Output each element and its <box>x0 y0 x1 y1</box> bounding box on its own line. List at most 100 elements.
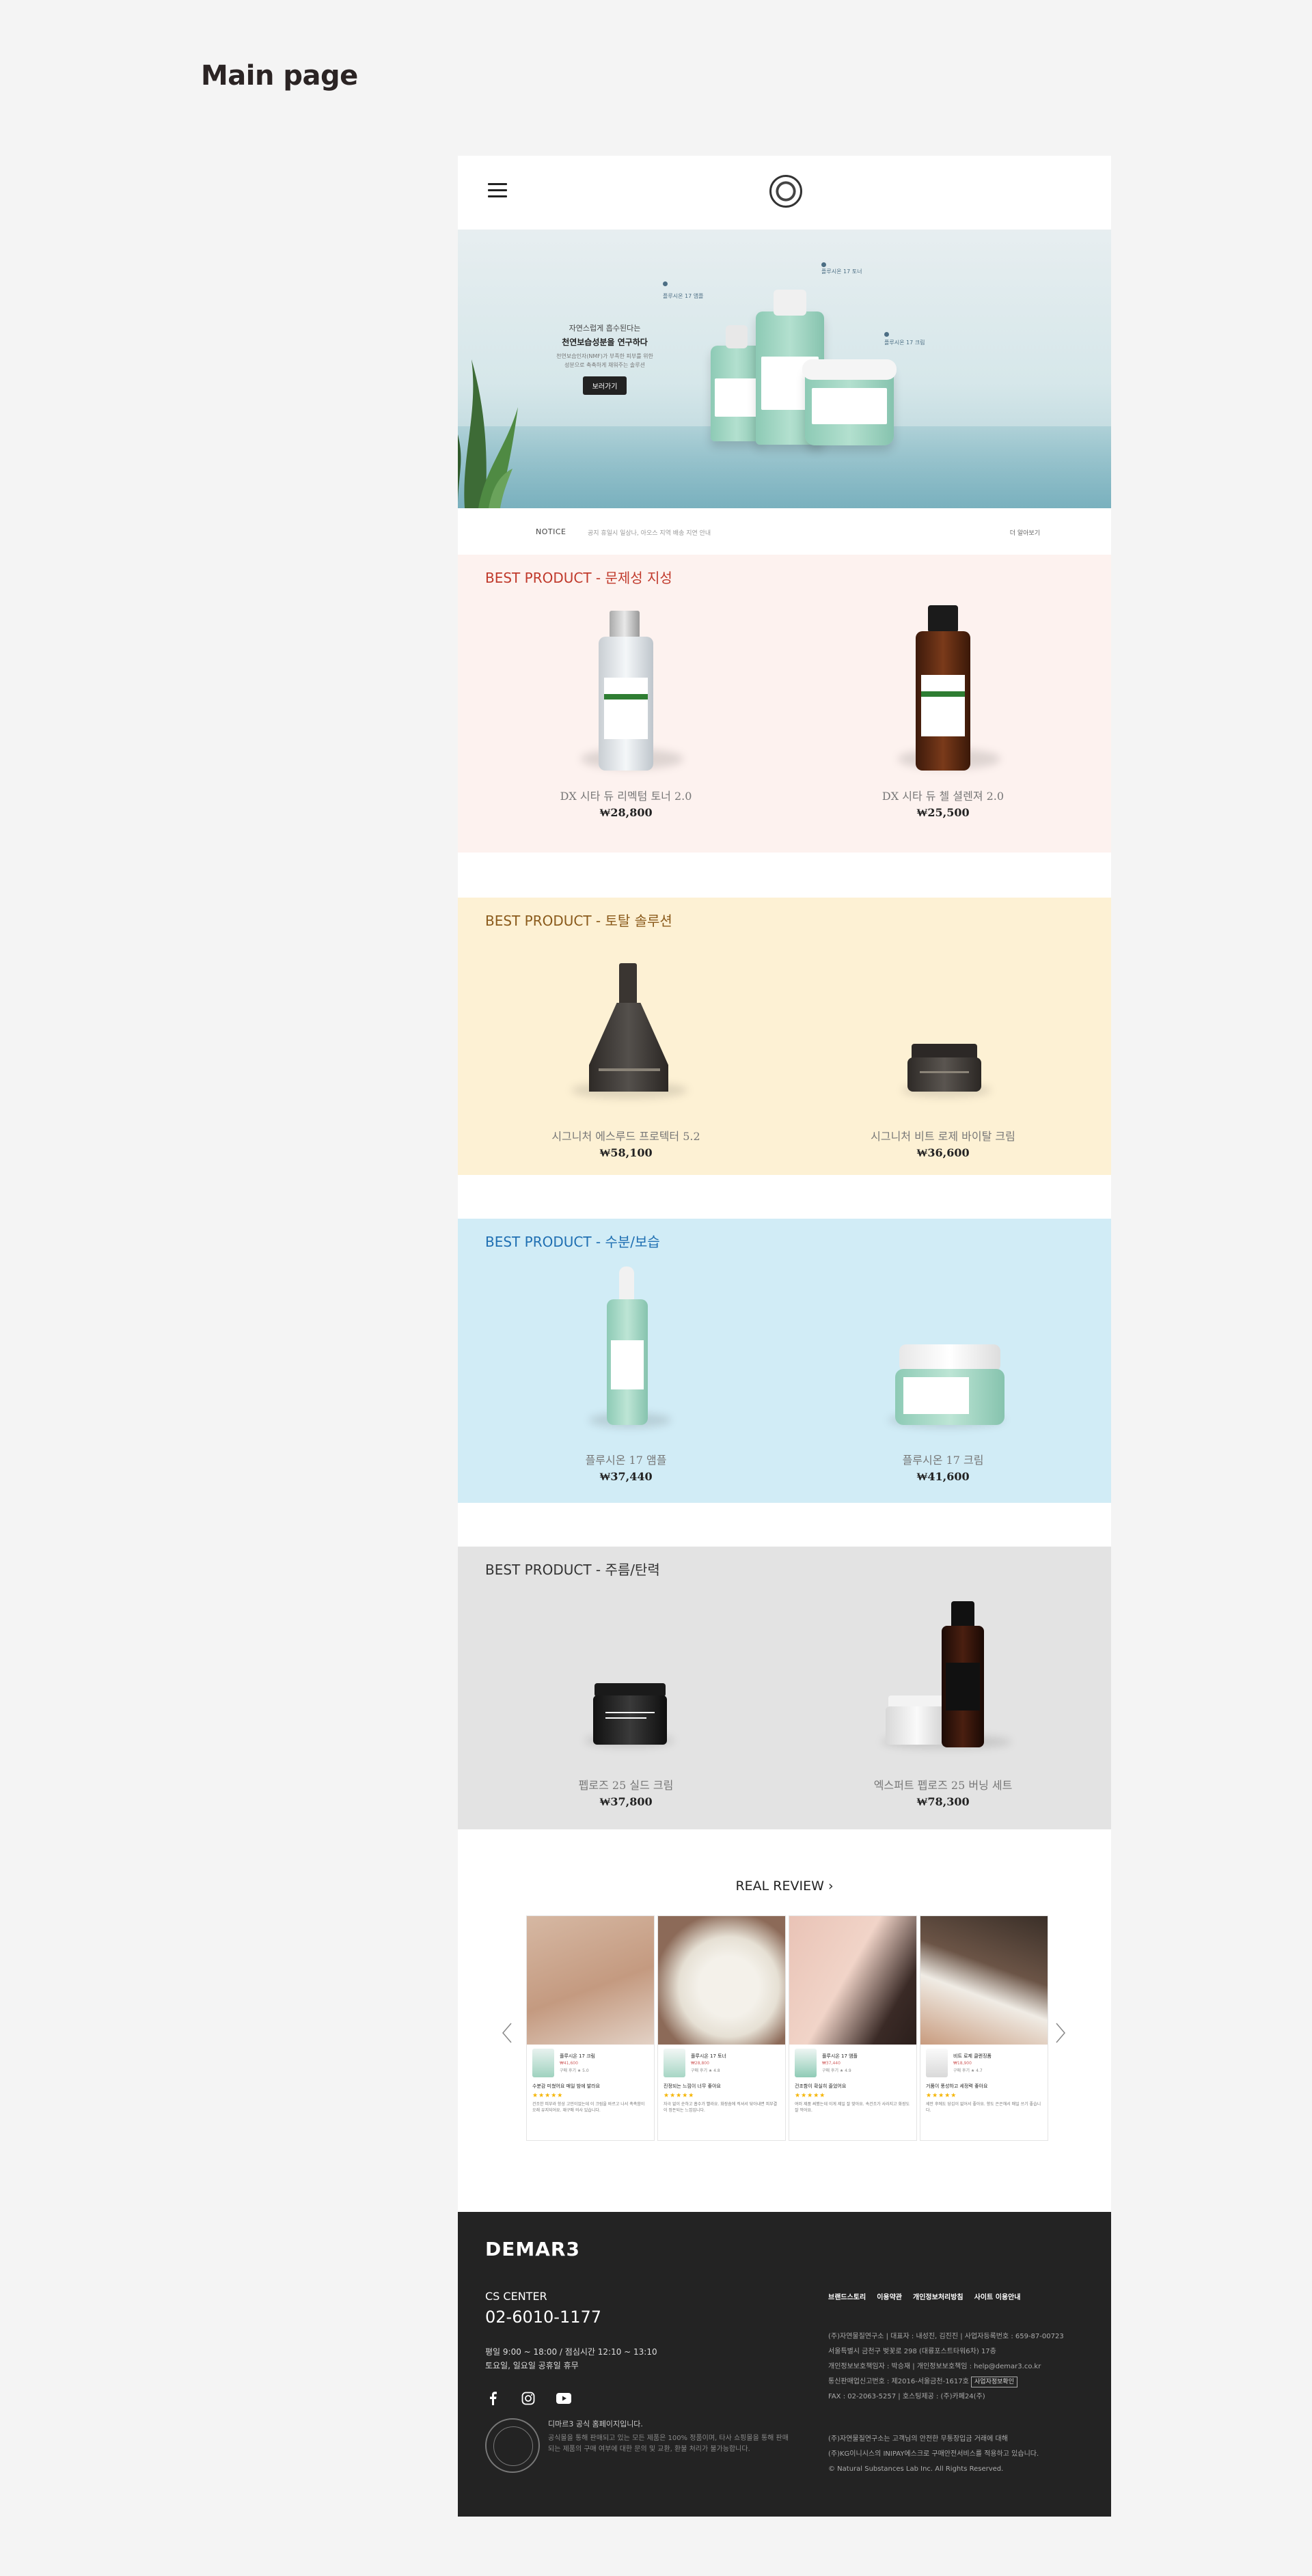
brand-emblem-logo[interactable] <box>769 175 802 208</box>
business-info-button[interactable]: 사업자정보확인 <box>971 2377 1017 2387</box>
review-photo <box>920 1916 1048 2045</box>
notice-text[interactable]: 공지 휴일시 일상나, 아오스 지역 배송 지연 안내 <box>588 528 711 537</box>
company-info-text: 통신판매업신고번호 : 제2016-서울금천-1617호 <box>828 2378 969 2385</box>
menu-icon[interactable] <box>488 183 507 199</box>
carousel-next-arrow[interactable] <box>1054 2022 1067 2044</box>
review-body: 자극 없이 순하고 흡수가 빨라요. 화장솜에 적셔서 닦아내면 피부결이 정돈… <box>664 2102 778 2113</box>
review-stars: ★★★★★ <box>795 2092 826 2099</box>
review-body: 세안 후에도 당김이 없어서 좋아요. 향도 은은해서 매일 쓰기 좋습니다. <box>926 2102 1041 2113</box>
review-product-thumb <box>664 2049 685 2077</box>
review-stars: ★★★★★ <box>532 2092 564 2099</box>
review-title-text: REAL REVIEW <box>735 1879 824 1894</box>
product-card[interactable]: 펩로즈 25 실드 크림 ₩37,800 <box>523 1581 728 1809</box>
hero-line3: 천연보습인자(NMF)가 부족한 피부를 위한 <box>556 353 653 359</box>
hero-view-button[interactable]: 보러가기 <box>582 376 627 395</box>
product-name: DX 시타 듀 첼 셜렌져 2.0 <box>882 790 1004 803</box>
company-info-line: 서울특별시 금천구 벚꽃로 298 (대륭포스트타워6차) 17층 <box>828 2348 996 2355</box>
hero-banner[interactable]: 자연스럽게 흡수된다는 천연보습성분을 연구하다 천연보습인자(NMF)가 부족… <box>458 230 1111 508</box>
product-image <box>523 592 728 783</box>
hero-line2: 천연보습성분을 연구하다 <box>562 337 648 347</box>
hero-cream-lid <box>802 359 897 380</box>
escrow-line: (주)자연물질연구소는 고객님의 안전한 무통장입금 거래에 대해 <box>828 2435 1008 2443</box>
product-price: ₩37,440 <box>599 1470 653 1483</box>
product-card[interactable]: 엑스퍼트 펩로즈 25 버닝 세트 ₩78,300 <box>840 1581 1046 1809</box>
review-product-price: ₩28,800 <box>691 2061 709 2066</box>
product-card[interactable]: 플루시온 17 크림 ₩41,600 <box>840 1256 1046 1484</box>
review-card[interactable]: 플루시온 17 토너 ₩28,800 구매 후기 ★ 4.8 진정되는 느낌이 … <box>657 1915 786 2141</box>
notice-label: NOTICE <box>536 527 566 536</box>
review-card[interactable]: 비트 로제 클렌징폼 ₩18,900 구매 후기 ★ 4.7 거품이 풍성하고 … <box>920 1915 1048 2141</box>
review-product-meta: 구매 후기 ★ 4.8 <box>691 2068 720 2073</box>
review-photo <box>658 1916 785 2045</box>
footer-logo[interactable]: DEMAR3 <box>485 2238 580 2260</box>
mobile-frame: 자연스럽게 흡수된다는 천연보습성분을 연구하다 천연보습인자(NMF)가 부족… <box>458 156 1111 2517</box>
company-info: (주)자연물질연구소 | 대표자 : 내성진, 김진진 | 사업자등록번호 : … <box>828 2329 1088 2405</box>
instagram-icon[interactable] <box>521 2391 536 2406</box>
review-product-name: 비트 로제 클렌징폼 <box>953 2053 992 2059</box>
carousel-prev-arrow[interactable] <box>500 2022 514 2044</box>
product-price: ₩36,600 <box>916 1146 970 1159</box>
hero-ampoule-dropper <box>726 325 748 348</box>
product-card[interactable]: DX 시타 듀 첼 셜렌져 2.0 ₩25,500 <box>840 592 1046 820</box>
product-name: DX 시타 듀 리멕텀 토너 2.0 <box>560 790 692 803</box>
review-product-thumb <box>795 2049 817 2077</box>
review-product-price: ₩37,440 <box>822 2061 840 2066</box>
plant-illustration <box>458 359 518 508</box>
youtube-icon[interactable] <box>556 2391 571 2406</box>
review-card[interactable]: 플루시온 17 크림 ₩41,600 구매 후기 ★ 5.0 수분감 미쳤어요 … <box>526 1915 655 2141</box>
review-product-price: ₩41,600 <box>560 2061 578 2066</box>
hero-callout-toner: 플루시온 17 토너 <box>821 268 862 275</box>
product-image <box>523 1256 728 1447</box>
product-image <box>523 932 728 1123</box>
hero-callout-cream: 플루시온 17 크림 <box>884 340 925 346</box>
footer-link-site-guide[interactable]: 사이트 이용안내 <box>974 2291 1021 2301</box>
best-section-total: BEST PRODUCT - 토탈 솔루션 시그니처 에스루드 프로텍터 5.2… <box>458 898 1111 1175</box>
hero-ampoule-bottle <box>711 346 763 441</box>
escrow-info: (주)자연물질연구소는 고객님의 안전한 무통장입금 거래에 대해 (주)KG이… <box>828 2432 1088 2477</box>
product-price: ₩41,600 <box>916 1470 970 1483</box>
review-stars: ★★★★★ <box>664 2092 695 2099</box>
review-card[interactable]: 플루시온 17 앰플 ₩37,440 구매 후기 ★ 4.9 건조함이 확실히 … <box>789 1915 917 2141</box>
footer-link-brand-story[interactable]: 브랜드스토리 <box>828 2291 866 2301</box>
product-name: 플루시온 17 앰플 <box>585 1454 667 1467</box>
footer-link-privacy[interactable]: 개인정보처리방침 <box>913 2291 964 2301</box>
review-product-meta: 구매 후기 ★ 4.7 <box>953 2068 983 2073</box>
hero-copy: 자연스럽게 흡수된다는 천연보습성분을 연구하다 천연보습인자(NMF)가 부족… <box>540 322 670 395</box>
official-site-title: 디마르3 공식 홈페이지입니다. <box>548 2420 643 2428</box>
review-product-meta: 구매 후기 ★ 4.9 <box>822 2068 851 2073</box>
cs-hours-weekday: 평일 9:00 ~ 18:00 / 점심시간 12:10 ~ 13:10 <box>485 2347 657 2357</box>
product-card[interactable]: DX 시타 듀 리멕텀 토너 2.0 ₩28,800 <box>523 592 728 820</box>
social-links <box>485 2391 571 2406</box>
hero-callout-dot <box>884 332 889 337</box>
hero-toner-cap <box>774 290 806 316</box>
hero-callout-dot <box>663 281 668 286</box>
official-seal <box>485 2418 540 2473</box>
review-title: 진정되는 느낌이 너무 좋아요 <box>664 2083 721 2089</box>
product-card[interactable]: 시그니처 에스루드 프로텍터 5.2 ₩58,100 <box>523 932 728 1160</box>
real-review-title[interactable]: REAL REVIEW › <box>458 1879 1111 1894</box>
section-title: BEST PRODUCT - 수분/보습 <box>485 1234 660 1250</box>
notice-more-link[interactable]: 더 알아보기 <box>1010 528 1040 537</box>
product-name: 펩로즈 25 실드 크림 <box>578 1779 674 1792</box>
review-product-name: 플루시온 17 토너 <box>691 2053 726 2059</box>
facebook-icon[interactable] <box>485 2391 500 2406</box>
product-price: ₩28,800 <box>599 806 653 819</box>
hero-callout-ampoule: 플루시온 17 앰플 <box>663 293 704 299</box>
cs-center-label: CS CENTER <box>485 2290 547 2303</box>
review-body: 여러 제품 써봤는데 이게 제일 잘 맞아요. 속건조가 사라지고 화장도 잘 … <box>795 2102 910 2113</box>
review-photo <box>789 1916 916 2045</box>
product-card[interactable]: 시그니처 비트 로제 바이탈 크림 ₩36,600 <box>840 932 1046 1160</box>
footer-link-terms[interactable]: 이용약관 <box>877 2291 902 2301</box>
product-card[interactable]: 플루시온 17 앰플 ₩37,440 <box>523 1256 728 1484</box>
company-info-line: 개인정보보호책임자 : 박승재 | 개인정보보호책임 : help@demar3… <box>828 2363 1041 2370</box>
product-price: ₩37,800 <box>599 1795 653 1808</box>
best-section-moisture: BEST PRODUCT - 수분/보습 플루시온 17 앰플 ₩37,440 … <box>458 1219 1111 1503</box>
company-info-line: 통신판매업신고번호 : 제2016-서울금천-1617호 사업자정보확인 <box>828 2374 1088 2390</box>
company-info-line: (주)자연물질연구소 | 대표자 : 내성진, 김진진 | 사업자등록번호 : … <box>828 2333 1064 2340</box>
hero-line4: 성분으로 촉촉하게 채워주는 솔루션 <box>564 362 646 368</box>
cs-phone[interactable]: 02-6010-1177 <box>485 2308 601 2327</box>
section-title: BEST PRODUCT - 주름/탄력 <box>485 1562 660 1578</box>
footer-links: 브랜드스토리 이용약관 개인정보처리방침 사이트 이용안내 <box>828 2291 1021 2301</box>
product-image <box>840 932 1046 1123</box>
best-section-wrinkle: BEST PRODUCT - 주름/탄력 펩로즈 25 실드 크림 ₩37,80… <box>458 1547 1111 1829</box>
